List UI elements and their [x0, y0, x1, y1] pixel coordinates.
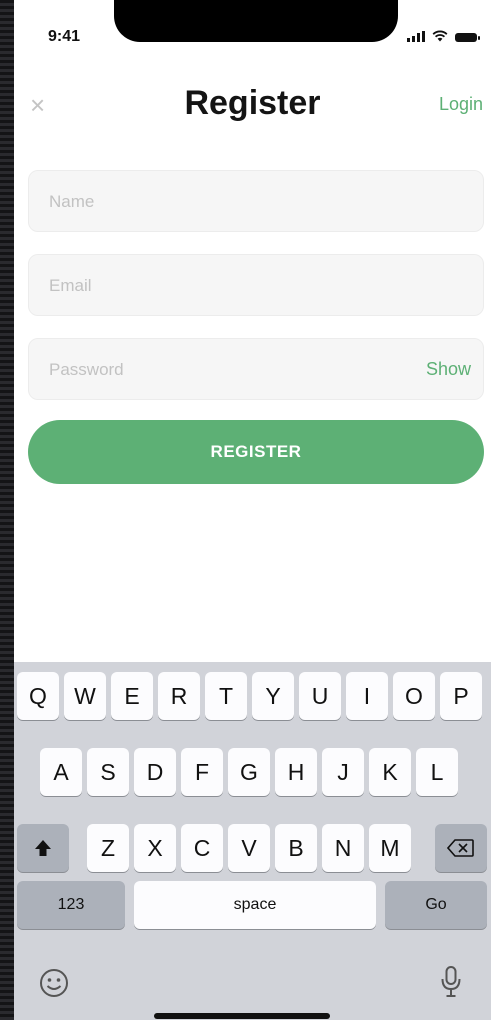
key-v[interactable]: V — [228, 824, 270, 872]
key-p[interactable]: P — [440, 672, 482, 720]
key-t[interactable]: T — [205, 672, 247, 720]
password-field[interactable]: Show — [28, 338, 484, 401]
emoji-icon[interactable] — [38, 967, 70, 999]
key-s[interactable]: S — [87, 748, 129, 796]
key-z[interactable]: Z — [87, 824, 129, 872]
key-k[interactable]: K — [369, 748, 411, 796]
shift-key[interactable] — [17, 824, 69, 872]
header: × Register Login — [14, 70, 491, 146]
page-title: Register — [184, 84, 321, 122]
key-q[interactable]: Q — [17, 672, 59, 720]
key-l[interactable]: L — [416, 748, 458, 796]
key-m[interactable]: M — [369, 824, 411, 872]
register-button[interactable]: REGISTER — [28, 420, 484, 484]
wifi-icon — [432, 30, 448, 42]
home-indicator — [154, 1013, 330, 1019]
backspace-key[interactable] — [435, 824, 487, 872]
key-i[interactable]: I — [346, 672, 388, 720]
go-key[interactable]: Go — [385, 881, 487, 929]
microphone-icon[interactable] — [438, 964, 464, 1000]
key-j[interactable]: J — [322, 748, 364, 796]
key-a[interactable]: A — [40, 748, 82, 796]
phone-screen: 9:41 × Register Login Show REGISTER — [14, 0, 491, 1020]
key-n[interactable]: N — [322, 824, 364, 872]
status-time: 9:41 — [48, 28, 81, 45]
status-bar: 9:41 — [14, 0, 491, 60]
key-o[interactable]: O — [393, 672, 435, 720]
key-y[interactable]: Y — [252, 672, 294, 720]
key-f[interactable]: F — [181, 748, 223, 796]
key-d[interactable]: D — [134, 748, 176, 796]
show-password-button[interactable]: Show — [426, 359, 471, 380]
key-r[interactable]: R — [158, 672, 200, 720]
backspace-icon — [447, 839, 474, 857]
key-x[interactable]: X — [134, 824, 176, 872]
key-w[interactable]: W — [64, 672, 106, 720]
key-c[interactable]: C — [181, 824, 223, 872]
login-link[interactable]: Login — [439, 94, 483, 115]
key-u[interactable]: U — [299, 672, 341, 720]
key-b[interactable]: B — [275, 824, 317, 872]
email-field[interactable] — [28, 254, 484, 317]
numbers-key[interactable]: 123 — [17, 881, 125, 929]
status-icons — [407, 30, 480, 42]
keyboard: Q W E R T Y U I O P A S D F G H J K L Z … — [14, 662, 491, 1020]
key-e[interactable]: E — [111, 672, 153, 720]
battery-icon — [455, 33, 480, 42]
device-notch — [114, 0, 398, 42]
cellular-signal-icon — [407, 31, 425, 42]
name-input[interactable] — [47, 171, 411, 233]
key-h[interactable]: H — [275, 748, 317, 796]
device-bezel — [0, 0, 14, 1020]
name-field[interactable] — [28, 170, 484, 233]
email-input[interactable] — [47, 255, 411, 317]
password-input[interactable] — [47, 339, 411, 401]
key-g[interactable]: G — [228, 748, 270, 796]
shift-icon — [35, 840, 51, 856]
space-key[interactable]: space — [134, 881, 376, 929]
